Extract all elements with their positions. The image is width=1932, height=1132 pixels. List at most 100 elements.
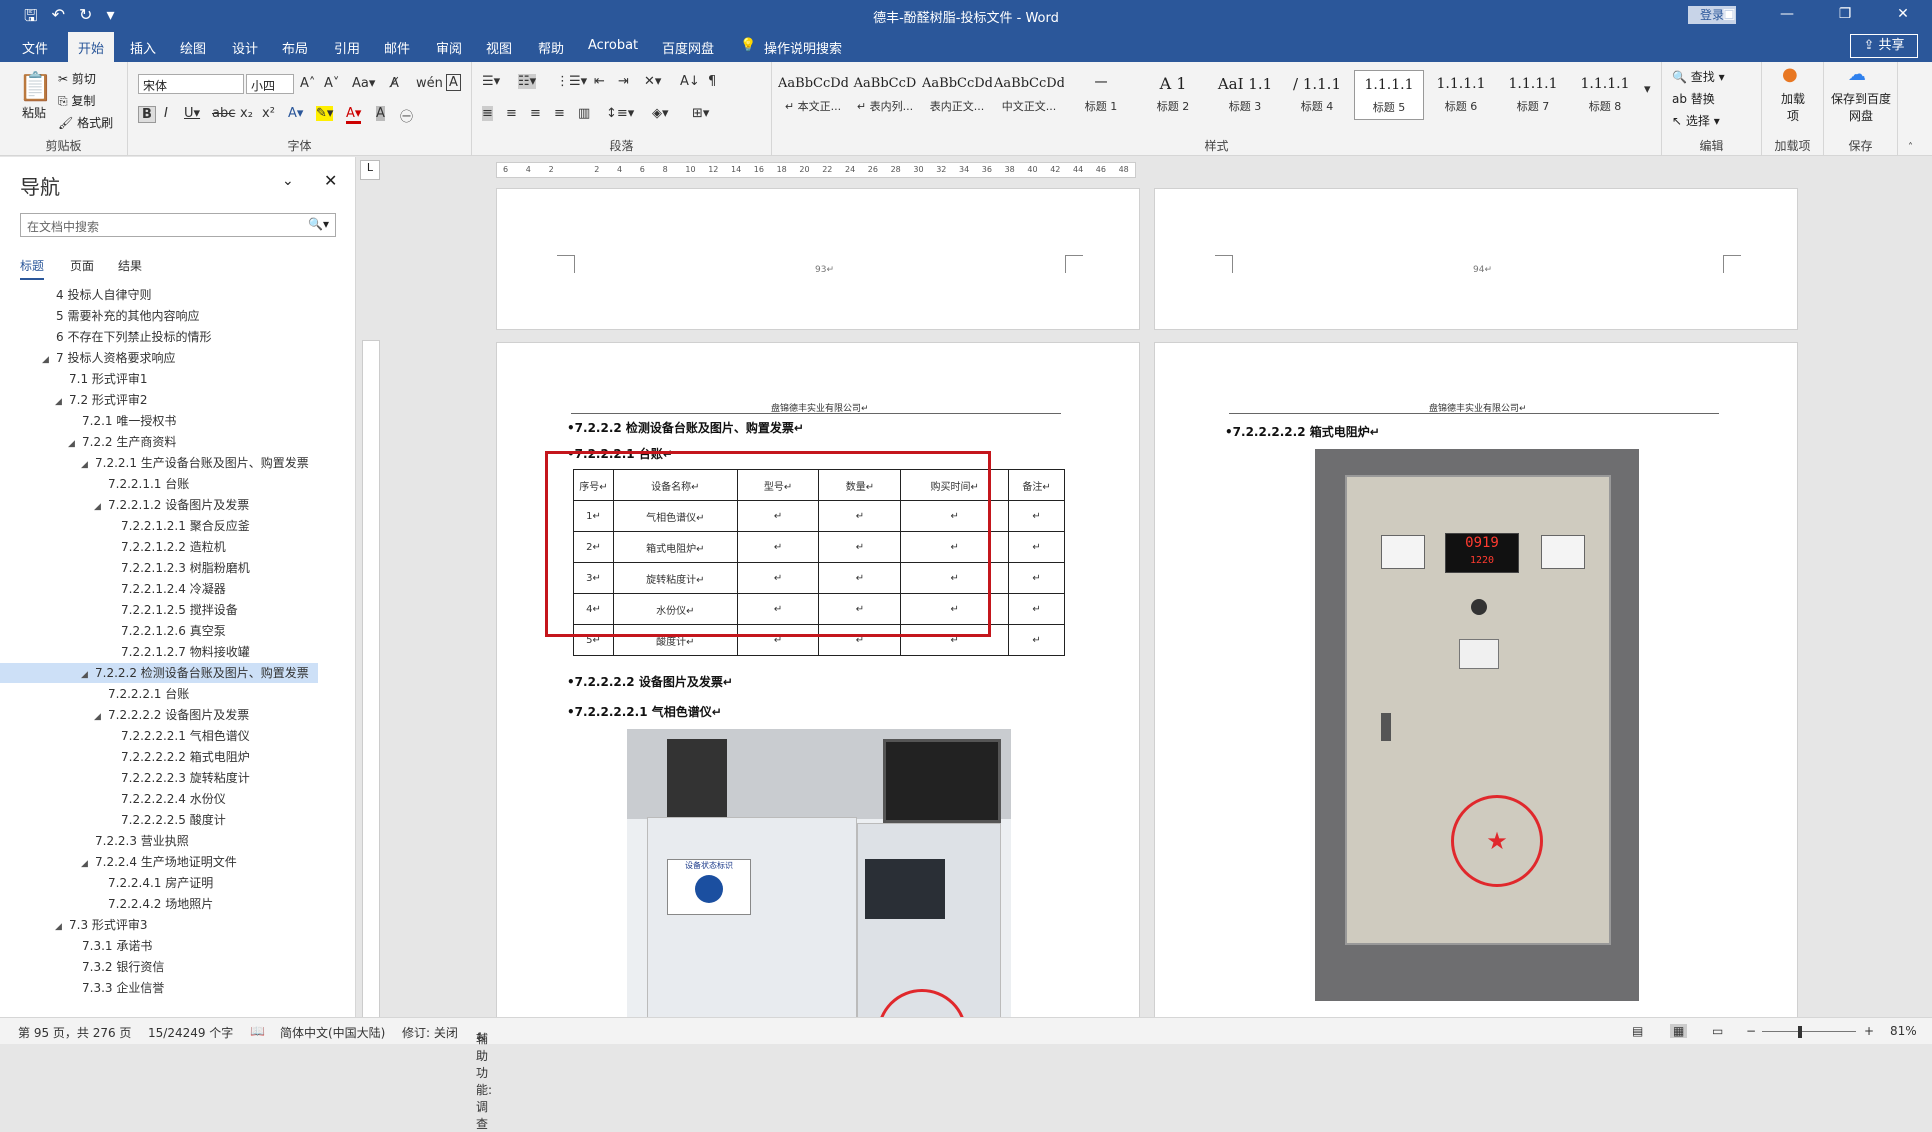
style-heading-2[interactable]: A 1 标题 2 xyxy=(1138,70,1208,120)
style-heading-8[interactable]: 1.1.1.1 标题 8 xyxy=(1570,70,1640,120)
table-cell[interactable]: ↵ xyxy=(1008,593,1065,625)
nav-heading-item[interactable]: 7.2.2.1.2.4 冷凝器 xyxy=(0,579,226,599)
style-heading-6[interactable]: 1.1.1.1 标题 6 xyxy=(1426,70,1496,120)
nav-heading-item[interactable]: 7.1 形式评审1 xyxy=(0,369,148,389)
zoom-slider-thumb[interactable] xyxy=(1798,1026,1802,1038)
subscript-icon[interactable]: x₂ xyxy=(240,106,253,121)
nav-heading-item[interactable]: 7.2.2.1.2.5 搅拌设备 xyxy=(0,600,238,620)
nav-heading-item[interactable]: 7.2.2.4.2 场地照片 xyxy=(0,894,213,914)
heading-7-2-2-2[interactable]: •7.2.2.2 检测设备台账及图片、购置发票↵ xyxy=(567,419,804,436)
bold-icon[interactable]: B xyxy=(138,106,156,123)
load-addins-button[interactable]: 加载项 xyxy=(1776,90,1810,124)
style-table-body[interactable]: AaBbCcDd 表内正文... xyxy=(922,70,992,120)
tab-design[interactable]: 设计 xyxy=(232,38,258,57)
strikethrough-icon[interactable]: abc xyxy=(212,106,235,121)
nav-heading-item[interactable]: ◢ 7.3 形式评审3 xyxy=(0,915,148,935)
nav-heading-item[interactable]: 7.2.2.1.2.2 造粒机 xyxy=(0,537,226,557)
nav-heading-item[interactable]: 7.2.2.2.2.2 箱式电阻炉 xyxy=(0,747,250,767)
tab-view[interactable]: 视图 xyxy=(486,38,512,57)
tell-me-search[interactable]: 操作说明搜索 xyxy=(764,38,842,57)
share-button[interactable]: ⇪ 共享 xyxy=(1850,34,1918,58)
bullets-icon[interactable]: ☰▾ xyxy=(482,74,500,89)
char-border-icon[interactable]: A xyxy=(446,74,461,91)
search-icon[interactable]: 🔍▾ xyxy=(308,217,329,231)
language[interactable]: 简体中文(中国大陆) xyxy=(280,1024,385,1041)
zoom-level[interactable]: 81% xyxy=(1890,1024,1917,1038)
nav-heading-item[interactable]: ◢ 7.2.2.4 生产场地证明文件 xyxy=(0,852,237,872)
phonetic-icon[interactable]: wén xyxy=(416,76,443,91)
tab-review[interactable]: 审阅 xyxy=(436,38,462,57)
tab-home[interactable]: 开始 xyxy=(68,32,115,62)
align-left-icon[interactable]: ≡ xyxy=(482,106,493,121)
tab-mailings[interactable]: 邮件 xyxy=(384,38,410,57)
ribbon-display-icon[interactable]: ▣ xyxy=(1700,0,1758,30)
distributed-icon[interactable]: ▥ xyxy=(578,106,590,121)
restore-icon[interactable]: ❐ xyxy=(1816,0,1874,30)
collapse-ribbon-icon[interactable]: ˄ xyxy=(1908,142,1913,153)
page-count[interactable]: 第 95 页，共 276 页 xyxy=(18,1024,131,1041)
chevron-down-icon[interactable]: ⌄ xyxy=(282,173,294,189)
style-heading-1[interactable]: 一标题 1 xyxy=(1066,70,1136,120)
collapse-triangle-icon[interactable]: ◢ xyxy=(55,917,69,937)
collapse-triangle-icon[interactable]: ◢ xyxy=(81,665,95,685)
nav-heading-item[interactable]: 7.2.2.1.2.3 树脂粉磨机 xyxy=(0,558,250,578)
tab-baidu[interactable]: 百度网盘 xyxy=(662,38,714,57)
collapse-triangle-icon[interactable]: ◢ xyxy=(68,434,82,454)
underline-icon[interactable]: U▾ xyxy=(184,106,200,121)
nav-heading-item[interactable]: 7.2.2.2.2.5 酸度计 xyxy=(0,810,226,830)
heading-7-2-2-2-2[interactable]: •7.2.2.2.2 设备图片及发票↵ xyxy=(567,673,733,690)
font-size-select[interactable]: 小四 xyxy=(246,74,294,94)
nav-heading-item[interactable]: 7.2.2.1.2.1 聚合反应釜 xyxy=(0,516,250,536)
close-icon[interactable]: ✕ xyxy=(324,171,337,190)
tab-layout[interactable]: 布局 xyxy=(282,38,308,57)
print-layout-icon[interactable]: ▦ xyxy=(1670,1024,1688,1038)
show-marks-icon[interactable]: ¶ xyxy=(708,74,716,89)
find-button[interactable]: 🔍 查找 ▾ xyxy=(1672,68,1725,85)
table-cell[interactable]: ↵ xyxy=(1008,500,1065,532)
tab-help[interactable]: 帮助 xyxy=(538,38,564,57)
style-heading-7[interactable]: 1.1.1.1 标题 7 xyxy=(1498,70,1568,120)
align-right-icon[interactable]: ≡ xyxy=(530,106,541,121)
proofing-icon[interactable]: 📖 xyxy=(250,1024,265,1038)
paste-icon[interactable]: 📋 xyxy=(18,70,53,103)
grow-font-icon[interactable]: A˄ xyxy=(300,76,315,91)
nav-heading-item[interactable]: 7.3.2 银行资信 xyxy=(0,957,164,977)
copy-button[interactable]: ⎘ 复制 xyxy=(58,92,95,109)
word-count[interactable]: 15/24249 个字 xyxy=(148,1024,233,1041)
style-heading-4[interactable]: / 1.1.1 标题 4 xyxy=(1282,70,1352,120)
table-cell[interactable]: ↵ xyxy=(1008,562,1065,594)
collapse-triangle-icon[interactable]: ◢ xyxy=(94,497,108,517)
minimize-icon[interactable]: — xyxy=(1758,0,1816,30)
nav-heading-item[interactable]: 7.2.1 唯一授权书 xyxy=(0,411,176,431)
nav-heading-item[interactable]: 7.3.1 承诺书 xyxy=(0,936,152,956)
enclose-char-icon[interactable]: ㊀ xyxy=(400,106,413,125)
sort-icon[interactable]: A↓ xyxy=(680,74,700,89)
char-shading-icon[interactable]: A xyxy=(376,106,385,121)
nav-heading-item[interactable]: ◢ 7.2.2.1.2 设备图片及发票 xyxy=(0,495,249,515)
cut-button[interactable]: ✂ 剪切 xyxy=(58,70,96,87)
nav-heading-item[interactable]: 7.2.2.1.1 台账 xyxy=(0,474,189,494)
style-table-column[interactable]: AaBbCcD ↵ 表内列... xyxy=(850,70,920,120)
change-case-icon[interactable]: Aa▾ xyxy=(352,76,375,91)
line-spacing-icon[interactable]: ↕≡▾ xyxy=(606,106,634,121)
borders-icon[interactable]: ⊞▾ xyxy=(692,106,709,121)
shading-icon[interactable]: ◈▾ xyxy=(652,106,669,121)
nav-heading-item[interactable]: 7.3.3 企业信誉 xyxy=(0,978,164,998)
nav-search-input[interactable]: 在文档中搜索 xyxy=(20,213,336,237)
chinese-layout-icon[interactable]: ✕▾ xyxy=(644,74,661,89)
nav-heading-item[interactable]: 7.2.2.1.2.6 真空泵 xyxy=(0,621,226,641)
nav-tab-results[interactable]: 结果 xyxy=(118,257,142,274)
read-mode-icon[interactable]: ▤ xyxy=(1632,1024,1643,1038)
table-cell[interactable]: ↵ xyxy=(1008,624,1065,656)
multilevel-icon[interactable]: ⋮☰▾ xyxy=(556,74,587,89)
nav-heading-item[interactable]: ◢ 7.2.2.1 生产设备台账及图片、购置发票 xyxy=(0,453,309,473)
collapse-triangle-icon[interactable]: ◢ xyxy=(81,854,95,874)
nav-heading-item[interactable]: ◢ 7.2.2.2.2 设备图片及发票 xyxy=(0,705,249,725)
styles-more-icon[interactable]: ▾ xyxy=(1644,82,1651,97)
font-color-icon[interactable]: A▾ xyxy=(346,106,362,124)
nav-heading-item[interactable]: 7.2.2.4.1 房产证明 xyxy=(0,873,213,893)
nav-heading-item[interactable]: 5 需要补充的其他内容响应 xyxy=(0,306,199,326)
nav-heading-item[interactable]: ◢ 7 投标人资格要求响应 xyxy=(0,348,175,368)
nav-heading-item[interactable]: 6 不存在下列禁止投标的情形 xyxy=(0,327,211,347)
decrease-indent-icon[interactable]: ⇤ xyxy=(594,74,605,89)
